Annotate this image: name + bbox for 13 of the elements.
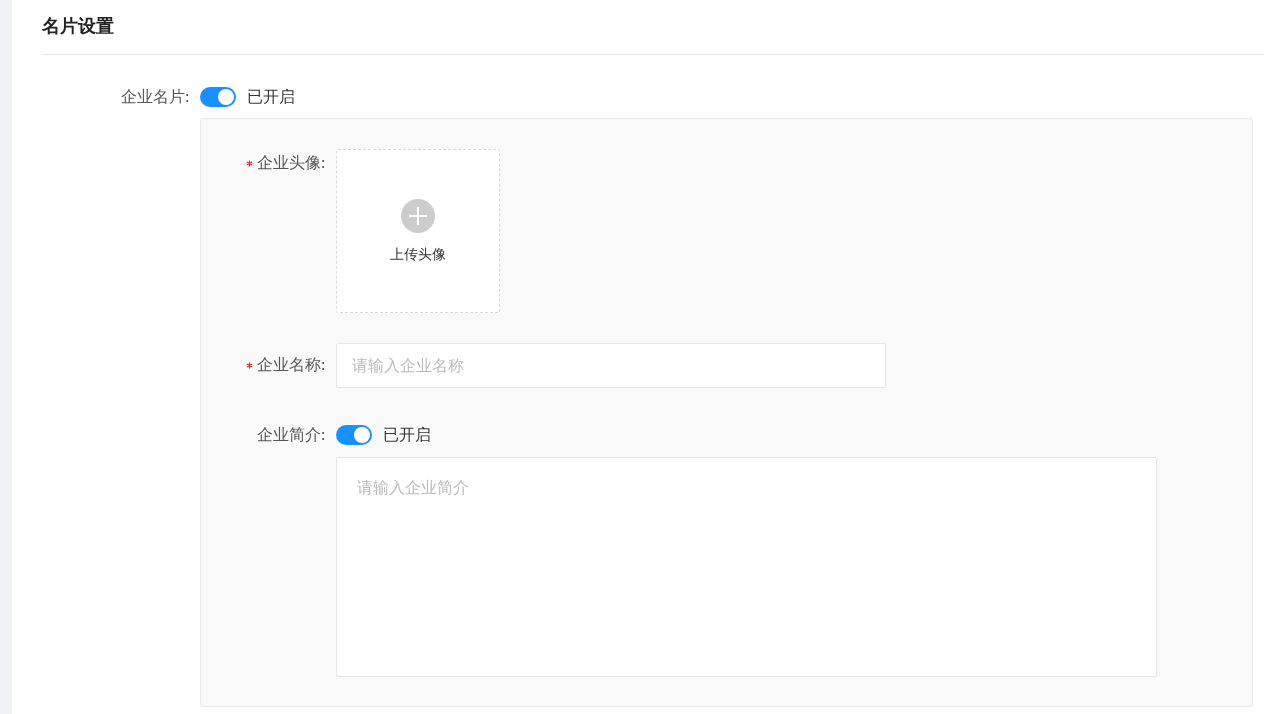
section-title: 名片设置 (42, 14, 114, 38)
field-label: 企业头像: (256, 152, 326, 174)
textarea-field[interactable]: 请输入企业简介 (336, 457, 1157, 677)
input-field[interactable]: 请输入企业名称 (336, 343, 886, 388)
plus-icon (401, 198, 435, 233)
toggle-status: 已开启 (247, 86, 295, 108)
field-label: 企业简介: (256, 424, 326, 446)
upload-button[interactable]: 上传头像 (336, 149, 500, 313)
toggle-status: 已开启 (383, 424, 431, 446)
field-label: 企业名称: (256, 354, 326, 376)
toggle-switch[interactable] (336, 425, 372, 445)
toggle-switch[interactable] (200, 87, 236, 107)
field-label: 企业名片: (120, 86, 190, 108)
